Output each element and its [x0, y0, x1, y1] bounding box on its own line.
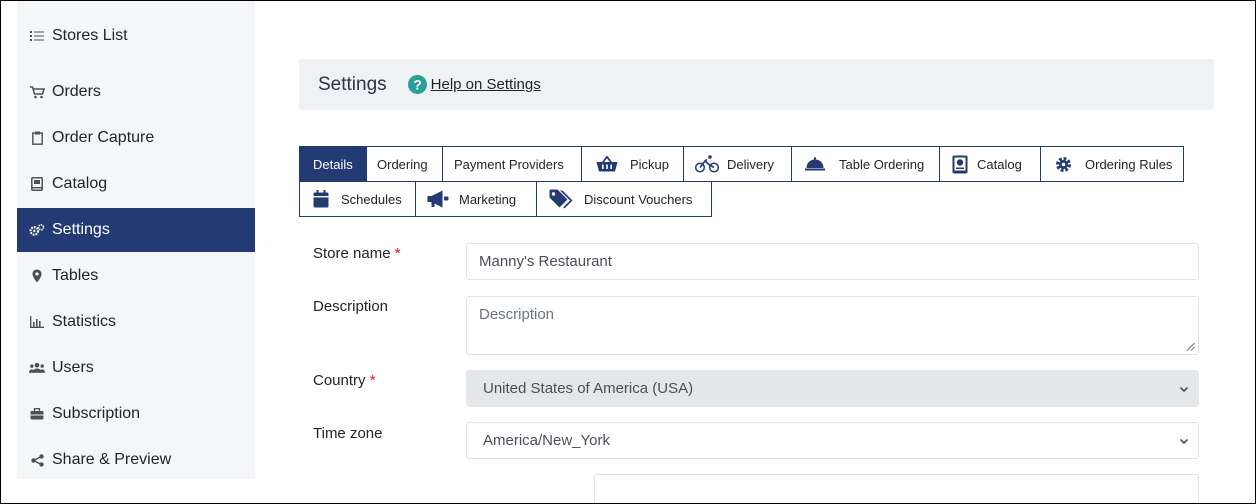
tab-table-ordering[interactable]: Table Ordering [791, 146, 940, 182]
sidebar-item-tables[interactable]: Tables [17, 254, 255, 298]
sidebar-item-settings[interactable]: Settings [17, 208, 255, 252]
required-marker: * [394, 245, 401, 262]
chevron-down-icon [1179, 438, 1189, 444]
help-on-settings-link[interactable]: Help on Settings [431, 76, 541, 93]
sidebar-item-label: Order Capture [52, 129, 155, 146]
time-zone-label: Time zone [313, 425, 382, 442]
tab-ordering-rules[interactable]: Ordering Rules [1040, 146, 1184, 182]
next-field-input[interactable] [594, 474, 1199, 503]
tab-ordering[interactable]: Ordering [366, 146, 443, 182]
cart-icon [29, 84, 45, 100]
store-name-label: Store name * [313, 245, 401, 262]
description-textarea[interactable]: Description [466, 296, 1199, 355]
bicycle-icon [695, 155, 719, 173]
sidebar-item-label: Settings [52, 221, 110, 238]
country-value: United States of America (USA) [483, 380, 694, 397]
label-text: Description [313, 298, 389, 315]
basket-icon [596, 156, 618, 172]
sidebar-item-label: Orders [52, 83, 101, 100]
sidebar-item-label: Stores List [52, 27, 128, 44]
tab-label: Details [313, 156, 353, 172]
tab-schedules[interactable]: Schedules [299, 181, 416, 217]
tab-label: Marketing [459, 191, 517, 207]
tab-catalog[interactable]: Catalog [939, 146, 1041, 182]
description-label: Description [313, 298, 388, 315]
resize-handle-icon[interactable] [1186, 342, 1195, 351]
sidebar-item-stores-list[interactable]: Stores List [17, 14, 255, 58]
tab-discount-vouchers[interactable]: Discount Vouchers [536, 181, 712, 217]
app-frame: Stores List Orders Order Capture Catalog… [0, 0, 1256, 504]
page-title: Settings [318, 73, 387, 95]
calendar-icon [313, 190, 329, 208]
share-icon [29, 452, 45, 468]
tab-pickup[interactable]: Pickup [581, 146, 684, 182]
required-marker: * [369, 372, 376, 389]
sidebar-item-statistics[interactable]: Statistics [17, 300, 255, 344]
tab-row-2: Schedules Marketing Discount Vouchers [299, 181, 1199, 217]
sidebar-item-share-preview[interactable]: Share & Preview [17, 438, 255, 482]
tab-row-1: Details Ordering Payment Providers Picku… [299, 146, 1199, 182]
clipboard-icon [29, 130, 45, 146]
tab-payment-providers[interactable]: Payment Providers [442, 146, 582, 182]
label-text: Country [313, 372, 366, 389]
tab-label: Ordering [377, 156, 428, 172]
tab-label: Payment Providers [454, 156, 564, 172]
cogs-icon [29, 222, 45, 238]
sidebar-item-users[interactable]: Users [17, 346, 255, 390]
tab-label: Schedules [341, 191, 402, 207]
chart-icon [29, 314, 45, 330]
megaphone-icon [427, 190, 449, 208]
tab-delivery[interactable]: Delivery [683, 146, 792, 182]
sidebar-item-orders[interactable]: Orders [17, 70, 255, 114]
sidebar-item-label: Tables [52, 267, 99, 284]
settings-tabs: Details Ordering Payment Providers Picku… [299, 146, 1199, 217]
chevron-down-icon [1179, 386, 1189, 392]
description-placeholder: Description [479, 306, 555, 323]
tab-marketing[interactable]: Marketing [415, 181, 537, 217]
store-name-value: Manny's Restaurant [479, 253, 612, 270]
briefcase-icon [29, 406, 45, 422]
cloche-icon [805, 157, 825, 171]
time-zone-select[interactable]: America/New_York [466, 422, 1199, 459]
sidebar-item-label: Catalog [52, 175, 108, 192]
sidebar-item-label: Subscription [52, 405, 141, 422]
tab-label: Table Ordering [839, 156, 925, 172]
map-marker-icon [29, 268, 45, 284]
list-icon [29, 28, 45, 44]
sidebar-item-label: Share & Preview [52, 451, 172, 468]
tab-label: Delivery [727, 156, 774, 172]
sidebar-item-subscription[interactable]: Subscription [17, 392, 255, 436]
tab-label: Pickup [630, 156, 670, 172]
sidebar-item-label: Users [52, 359, 94, 376]
tags-icon [549, 189, 574, 209]
gear-icon [1055, 156, 1072, 173]
sidebar-item-catalog[interactable]: Catalog [17, 162, 255, 206]
label-text: Time zone [313, 425, 383, 442]
book-icon [952, 155, 968, 174]
users-icon [29, 360, 45, 376]
country-label: Country * [313, 372, 376, 389]
tab-label: Ordering Rules [1085, 156, 1173, 172]
label-text: Store name [313, 245, 391, 262]
svg-text:?: ? [413, 77, 422, 93]
tab-label: Catalog [977, 156, 1022, 172]
settings-header: Settings ? Help on Settings [299, 59, 1214, 110]
tab-label: Discount Vouchers [584, 191, 693, 207]
sidebar-item-order-capture[interactable]: Order Capture [17, 116, 255, 160]
store-name-input[interactable]: Manny's Restaurant [466, 243, 1199, 280]
tab-details[interactable]: Details [299, 146, 367, 182]
book-icon [29, 176, 45, 192]
help-icon[interactable]: ? [407, 75, 427, 94]
time-zone-value: America/New_York [483, 432, 610, 449]
sidebar-item-label: Statistics [52, 313, 117, 330]
country-select[interactable]: United States of America (USA) [466, 370, 1199, 407]
sidebar: Stores List Orders Order Capture Catalog… [17, 1, 255, 479]
